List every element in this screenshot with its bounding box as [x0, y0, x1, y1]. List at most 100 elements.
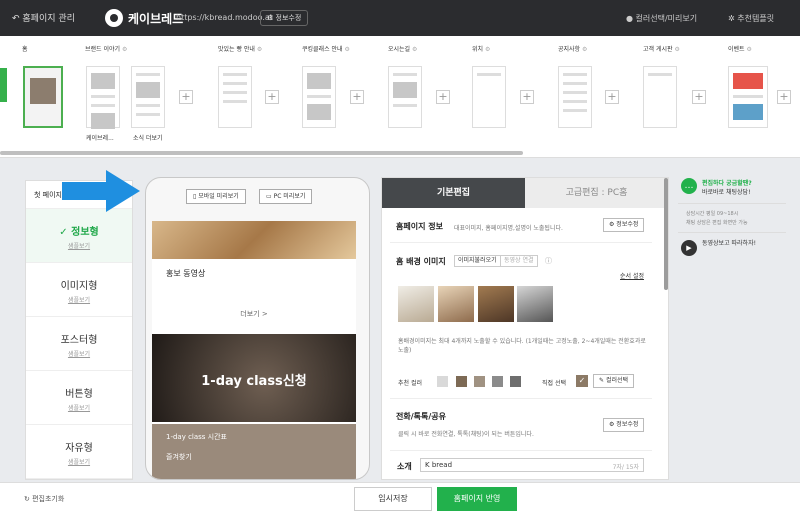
add-page-button[interactable]: + [350, 90, 364, 104]
phone-share-title: 전화/톡톡/공유 [396, 412, 447, 421]
add-page-button[interactable]: + [605, 90, 619, 104]
type-option-free[interactable]: 자유형 샘플보기 [26, 425, 132, 479]
add-page-button[interactable]: + [692, 90, 706, 104]
section-label-board[interactable]: 고객 게시판 ⚙ [643, 44, 680, 53]
page-thumbnail[interactable] [388, 66, 422, 128]
edit-info-label: 정보수정 [275, 14, 302, 22]
page-thumbnail[interactable] [558, 66, 592, 128]
add-page-button[interactable]: + [777, 90, 791, 104]
mobile-preview-label: 모바일 미리보기 [198, 193, 239, 200]
type-option-info[interactable]: ✓ 정보형 샘플보기 [26, 209, 132, 263]
type-option-poster[interactable]: 포스터형 샘플보기 [26, 317, 132, 371]
more-link[interactable]: 더보기 > [152, 309, 356, 319]
subpage-label[interactable]: 소식 더보기 [133, 133, 163, 142]
pointer-arrow-icon [62, 170, 140, 212]
section-label-brand[interactable]: 브랜드 이야기 ⚙ [85, 44, 127, 53]
color-swatch[interactable] [456, 376, 467, 387]
bg-image-thumb[interactable] [398, 286, 434, 322]
section-label-notice[interactable]: 공지사항 ⚙ [558, 44, 587, 53]
color-swatch[interactable] [510, 376, 521, 387]
selected-color-check-icon[interactable]: ✓ [576, 375, 588, 387]
color-swatch[interactable] [437, 376, 448, 387]
bg-image-thumb[interactable] [478, 286, 514, 322]
divider [678, 232, 786, 233]
sample-link[interactable]: 샘플보기 [26, 295, 132, 304]
connect-video-button[interactable]: 동영상 연결 [500, 255, 538, 267]
type-option-image[interactable]: 이미지형 샘플보기 [26, 263, 132, 317]
load-image-button[interactable]: 이미지불러오기 [454, 255, 501, 267]
gear-icon[interactable]: ⚙ [344, 46, 349, 53]
gear-icon[interactable]: ⚙ [485, 46, 490, 53]
order-setting-link[interactable]: 순서 설정 [620, 271, 644, 280]
bg-image-thumb[interactable] [517, 286, 553, 322]
page-thumbnail[interactable] [643, 66, 677, 128]
gear-icon[interactable]: ⚙ [674, 46, 679, 53]
edit-info-button[interactable]: ⚙ 정보수정 [260, 10, 309, 26]
add-page-button[interactable]: + [179, 90, 193, 104]
sample-link[interactable]: 샘플보기 [26, 457, 132, 466]
tab-basic-edit[interactable]: 기본편집 [382, 178, 525, 208]
section-label-location[interactable]: 위치 ⚙ [472, 44, 490, 53]
page-thumbnail[interactable] [728, 66, 768, 128]
site-url[interactable]: https://kbread.modoo.at [176, 13, 273, 22]
color-select-label: 컬러선택 [605, 377, 629, 384]
bg-image-thumb[interactable] [438, 286, 474, 322]
type-title: 정보형 [71, 227, 99, 238]
homepage-info-title: 홈페이지 정보 [396, 222, 443, 231]
homepage-info-edit-button[interactable]: ⚙ 정보수정 [603, 218, 645, 232]
recommend-template-button[interactable]: ✲ 추천템플릿 [728, 13, 774, 24]
sample-link[interactable]: 샘플보기 [26, 241, 132, 250]
page-thumbnail[interactable] [218, 66, 252, 128]
shortcut-link[interactable]: 즐겨찾기 [166, 452, 192, 462]
expand-handle[interactable] [0, 68, 7, 102]
gear-icon[interactable]: ⚙ [582, 46, 587, 53]
intro-input[interactable]: K bread 7자/ 15자 [420, 458, 644, 472]
class-time-link[interactable]: 1-day class 시간표 [166, 432, 227, 442]
page-thumbnail[interactable] [86, 66, 120, 129]
sample-link[interactable]: 샘플보기 [26, 403, 132, 412]
class-banner[interactable]: 1-day class신청 [152, 334, 356, 422]
section-label-directions[interactable]: 오시는길 ⚙ [388, 44, 417, 53]
add-page-button[interactable]: + [265, 90, 279, 104]
vertical-scrollbar[interactable] [664, 178, 668, 290]
reset-edit-button[interactable]: ↻ 편집초기화 [24, 494, 64, 504]
horizontal-scrollbar[interactable] [0, 151, 523, 155]
chat-help-sub[interactable]: 바로바로 채팅상담! [702, 187, 750, 196]
section-label-cooking[interactable]: 쿠킹클래스 안내 ⚙ [302, 44, 350, 53]
color-swatch[interactable] [474, 376, 485, 387]
chat-icon[interactable]: … [681, 178, 697, 194]
section-label-bread[interactable]: 맛있는 빵 안내 ⚙ [218, 44, 262, 53]
section-label-event[interactable]: 이벤트 ⚙ [728, 44, 752, 53]
gear-icon[interactable]: ⚙ [122, 46, 127, 53]
section-label-home[interactable]: 홈 [22, 44, 28, 53]
type-option-button[interactable]: 버튼형 샘플보기 [26, 371, 132, 425]
add-page-button[interactable]: + [436, 90, 450, 104]
page-thumbnail[interactable] [302, 66, 336, 128]
page-thumbnail[interactable] [131, 66, 165, 128]
tab-advanced-edit[interactable]: 고급편집 : PC홈 [525, 178, 668, 208]
page-thumbnail[interactable] [472, 66, 506, 128]
gear-icon[interactable]: ⚙ [412, 46, 417, 53]
site-logo-icon [105, 9, 123, 27]
home-page-thumbnail[interactable] [23, 66, 63, 128]
mobile-preview-button[interactable]: ▯ 모바일 미리보기 [186, 189, 246, 204]
back-to-manage-link[interactable]: ↶ 홈페이지 관리 [12, 11, 75, 24]
add-page-button[interactable]: + [520, 90, 534, 104]
gear-icon[interactable]: ⚙ [746, 46, 751, 53]
info-icon[interactable]: ⓘ [545, 256, 552, 266]
chat-help-title[interactable]: 편집하다 궁금할땐? [702, 178, 752, 187]
subpage-label[interactable]: 케이브레... [86, 133, 114, 142]
color-preview-button[interactable]: ● 컬러선택/미리보기 [626, 13, 697, 24]
edit-label: 정보수정 [616, 421, 639, 428]
pc-preview-button[interactable]: ▭ PC 미리보기 [259, 189, 313, 204]
color-select-button[interactable]: ✎ 컬러선택 [593, 374, 635, 388]
video-icon[interactable]: ▶ [681, 240, 697, 256]
temp-save-button[interactable]: 임시저장 [354, 487, 432, 511]
color-swatch[interactable] [492, 376, 503, 387]
gear-icon[interactable]: ⚙ [257, 46, 262, 53]
sample-link[interactable]: 샘플보기 [26, 349, 132, 358]
color-preview-label: 컬러선택/미리보기 [635, 14, 698, 23]
publish-button[interactable]: 홈페이지 반영 [437, 487, 517, 511]
phone-edit-button[interactable]: ⚙ 정보수정 [603, 418, 645, 432]
video-help-link[interactable]: 동영상보고 따라하자! [702, 240, 762, 248]
